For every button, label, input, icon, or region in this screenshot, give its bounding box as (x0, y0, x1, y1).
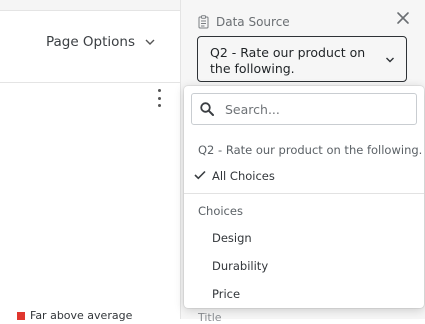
close-icon[interactable] (396, 11, 410, 25)
check-icon (194, 170, 206, 180)
choices-header: Choices (198, 204, 243, 218)
section-divider (0, 82, 180, 83)
choice-option-design[interactable]: Design (212, 231, 252, 245)
data-source-select[interactable]: Q2 - Rate our product on the following. (197, 36, 407, 82)
legend-label: Far above average (30, 309, 133, 322)
choice-option-durability[interactable]: Durability (212, 259, 268, 273)
page-options-button[interactable]: Page Options (46, 34, 156, 50)
all-choices-option[interactable]: All Choices (212, 169, 275, 183)
chart-legend-item: Far above average (17, 309, 132, 322)
data-source-label: Data Source (216, 15, 290, 29)
top-toolbar-strip (0, 0, 180, 11)
question-header: Q2 - Rate our product on the following. (198, 143, 423, 157)
search-input[interactable] (223, 100, 407, 118)
data-source-dropdown: Q2 - Rate our product on the following. … (184, 86, 424, 308)
choice-option-price[interactable]: Price (212, 287, 240, 301)
clipboard-icon (198, 15, 209, 29)
report-canvas: Page Options Far above average (0, 0, 180, 322)
data-source-header: Data Source (198, 15, 290, 29)
chevron-down-icon (145, 39, 155, 45)
selected-source-text: Q2 - Rate our product on the following. (210, 45, 366, 76)
search-field[interactable] (191, 93, 417, 125)
dropdown-divider (184, 193, 424, 194)
page-options-label: Page Options (45, 34, 135, 50)
legend-swatch (17, 311, 25, 320)
kebab-menu-icon[interactable] (154, 89, 164, 107)
search-icon (200, 102, 214, 116)
chevron-down-icon (386, 57, 394, 63)
title-label: Title (198, 311, 222, 324)
